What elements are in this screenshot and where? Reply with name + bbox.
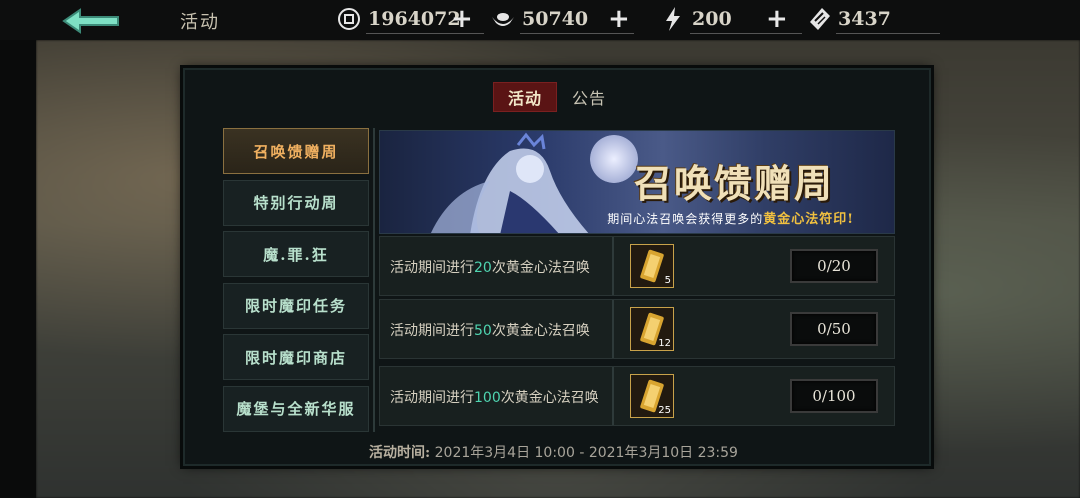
event-banner: 召唤馈赠周 期间心法召唤会获得更多的黄金心法符印! xyxy=(379,130,895,234)
left-edge xyxy=(0,40,36,498)
lightning-icon xyxy=(660,6,686,32)
sidebar-item-demon-sin-madness[interactable]: 魔.罪.狂 xyxy=(223,231,369,277)
tab-announcement[interactable]: 公告 xyxy=(557,82,621,112)
task-description: 活动期间进行20次黄金心法召唤 xyxy=(390,257,590,277)
tab-activity[interactable]: 活动 xyxy=(493,82,557,112)
back-arrow-icon[interactable] xyxy=(60,6,124,36)
sidebar-item-limited-seal-shop[interactable]: 限时魔印商店 xyxy=(223,334,369,380)
task-progress: 0/100 xyxy=(790,379,878,413)
task-number: 50 xyxy=(474,323,492,339)
task-description: 活动期间进行50次黄金心法召唤 xyxy=(390,320,590,340)
event-time: 活动时间: 2021年3月4日 10:00 - 2021年3月10日 23:59 xyxy=(369,442,749,462)
task-row: 活动期间进行50次黄金心法召唤 12 0/50 xyxy=(379,299,895,359)
task-progress: 0/50 xyxy=(790,312,878,346)
banner-subtitle-prefix: 期间心法召唤会获得更多的 xyxy=(607,212,764,226)
task-number: 100 xyxy=(474,390,501,406)
character-illustration xyxy=(430,132,589,233)
sidebar-item-castle-new-outfit[interactable]: 魔堡与全新华服 xyxy=(223,385,369,432)
ticket-value: 3437 xyxy=(838,8,891,30)
task-progress: 0/20 xyxy=(790,249,878,283)
energy-resource: 200 xyxy=(660,5,802,34)
ingot-icon xyxy=(490,6,516,32)
add-ingot-button[interactable]: + xyxy=(608,6,630,32)
task-prefix: 活动期间进行 xyxy=(390,260,474,276)
energy-value: 200 xyxy=(692,8,732,30)
event-time-label: 活动时间: xyxy=(369,445,431,461)
add-coin-button[interactable]: + xyxy=(451,6,473,32)
banner-subtitle-highlight: 黄金心法符印! xyxy=(763,212,854,227)
reward-count: 12 xyxy=(658,338,671,349)
add-energy-button[interactable]: + xyxy=(766,6,788,32)
row-divider xyxy=(612,367,614,425)
task-prefix: 活动期间进行 xyxy=(390,390,474,406)
task-row: 活动期间进行20次黄金心法召唤 5 0/20 xyxy=(379,236,895,296)
banner-title: 召唤馈赠周 xyxy=(633,161,834,206)
task-prefix: 活动期间进行 xyxy=(390,323,474,339)
ticket-underline xyxy=(836,33,940,34)
activity-panel: 活动 公告 召唤馈赠周 特别行动周 魔.罪.狂 限时魔印任务 限时魔印商店 魔堡… xyxy=(183,68,931,466)
reward-count: 25 xyxy=(658,405,671,416)
reward-item[interactable]: 12 xyxy=(630,307,674,351)
reward-count: 5 xyxy=(664,275,671,286)
ticket-resource: 3437 xyxy=(806,5,940,34)
task-row: 活动期间进行100次黄金心法召唤 25 0/100 xyxy=(379,366,895,426)
ingot-value: 50740 xyxy=(522,8,589,30)
task-number: 20 xyxy=(474,260,492,276)
row-divider xyxy=(612,237,614,295)
coin-value: 1964072 xyxy=(368,8,461,30)
task-suffix: 次黄金心法召唤 xyxy=(491,323,590,339)
ticket-icon xyxy=(806,6,832,32)
sidebar: 召唤馈赠周 特别行动周 魔.罪.狂 限时魔印任务 限时魔印商店 魔堡与全新华服 xyxy=(223,128,369,437)
sidebar-item-special-action-week[interactable]: 特别行动周 xyxy=(223,179,369,226)
task-suffix: 次黄金心法召唤 xyxy=(500,390,599,406)
reward-item[interactable]: 25 xyxy=(630,374,674,418)
top-bar: 活动 1964072 + 50740 + 200 + 3437 xyxy=(0,0,1080,40)
sidebar-item-summon-gift-week[interactable]: 召唤馈赠周 xyxy=(223,128,369,174)
page-title: 活动 xyxy=(180,12,220,33)
row-divider xyxy=(612,300,614,358)
ingot-resource: 50740 xyxy=(490,5,634,34)
task-suffix: 次黄金心法召唤 xyxy=(491,260,590,276)
sidebar-divider xyxy=(373,128,375,432)
reward-item[interactable]: 5 xyxy=(630,244,674,288)
coin-icon xyxy=(336,6,362,32)
tab-bar: 活动 公告 xyxy=(493,82,621,112)
sidebar-item-limited-seal-quest[interactable]: 限时魔印任务 xyxy=(223,282,369,329)
banner-subtitle: 期间心法召唤会获得更多的黄金心法符印! xyxy=(607,208,854,227)
coin-resource: 1964072 xyxy=(336,5,484,34)
task-description: 活动期间进行100次黄金心法召唤 xyxy=(390,387,599,407)
event-time-value: 2021年3月4日 10:00 - 2021年3月10日 23:59 xyxy=(434,445,738,461)
